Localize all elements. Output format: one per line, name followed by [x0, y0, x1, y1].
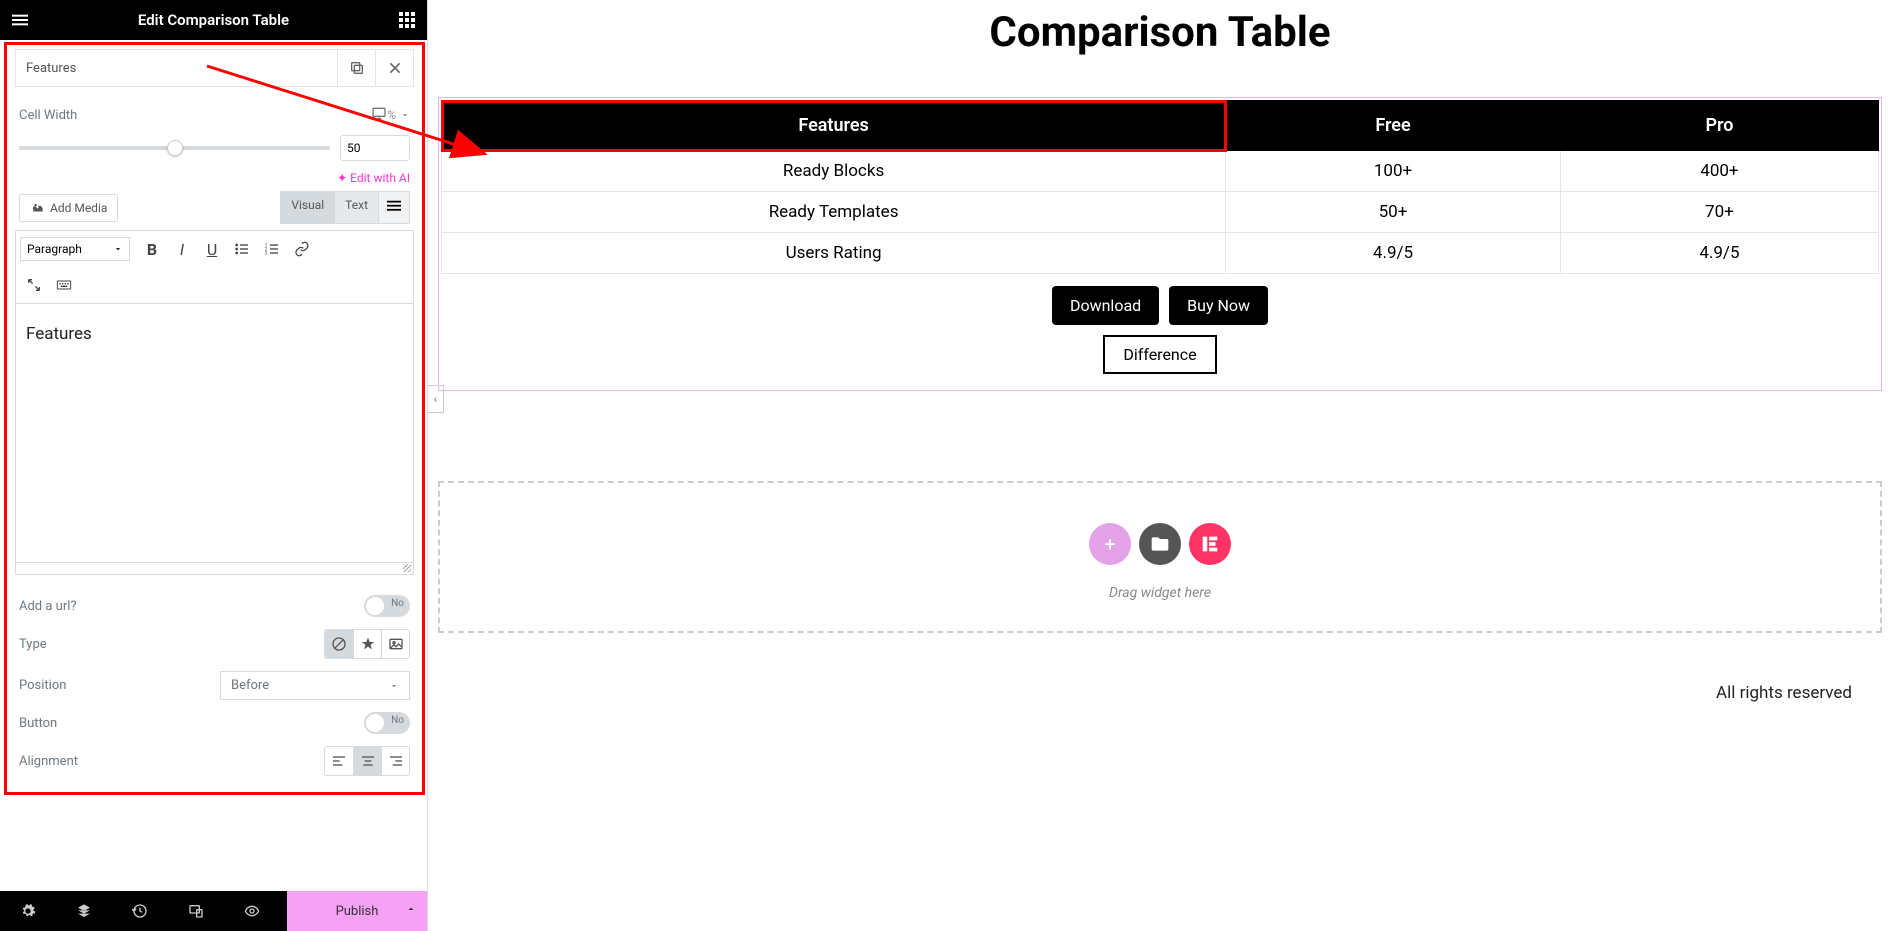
preview-icon[interactable]	[224, 891, 280, 931]
add-media-button[interactable]: Add Media	[19, 194, 118, 222]
table-actions: Download Buy Now	[441, 274, 1879, 331]
numbered-list-icon[interactable]: 123	[258, 235, 286, 263]
close-icon[interactable]	[375, 50, 413, 86]
panel-body: Features Cell Width %	[0, 40, 427, 891]
paragraph-select[interactable]: Paragraph	[20, 237, 130, 261]
difference-row: Difference	[441, 331, 1879, 388]
link-icon[interactable]	[288, 235, 316, 263]
add-url-row: Add a url? No	[15, 589, 414, 623]
alignment-label: Alignment	[19, 754, 324, 769]
template-library-icon[interactable]	[1139, 523, 1181, 565]
button-row: Button No	[15, 706, 414, 740]
rich-text-editor[interactable]: Features	[15, 303, 414, 563]
publish-button[interactable]: Publish	[287, 891, 427, 931]
editor-toolbar-1: Paragraph B I U 123	[15, 230, 414, 267]
type-label: Type	[19, 637, 324, 652]
table-row: Ready Templates50+70+	[442, 192, 1879, 233]
align-right-icon[interactable]	[381, 747, 409, 775]
editor-toolbar-2	[15, 267, 414, 303]
type-image-icon[interactable]	[381, 630, 409, 658]
item-title[interactable]: Features	[16, 53, 337, 84]
item-header: Features	[15, 49, 414, 87]
add-url-label: Add a url?	[19, 599, 364, 614]
footer-text: All rights reserved	[428, 653, 1892, 733]
chevron-up-icon	[405, 903, 417, 919]
type-star-icon[interactable]	[353, 630, 381, 658]
italic-icon[interactable]: I	[168, 235, 196, 263]
table-header-features[interactable]: Features	[442, 101, 1226, 151]
table-row: Ready Blocks100+400+	[442, 151, 1879, 192]
table-row: Users Rating4.9/54.9/5	[442, 233, 1879, 274]
menu-icon[interactable]	[8, 12, 32, 28]
underline-icon[interactable]: U	[198, 235, 226, 263]
panel-footer: Publish	[0, 891, 427, 931]
type-row: Type	[15, 623, 414, 665]
svg-text:3: 3	[265, 250, 268, 256]
table-header-pro[interactable]: Pro	[1560, 101, 1878, 151]
keyboard-icon[interactable]	[50, 271, 78, 299]
dropzone-text: Drag widget here	[440, 585, 1880, 601]
editor-mode-tabs: Visual Text	[280, 191, 410, 224]
annotation-highlight-box: Features Cell Width %	[4, 42, 425, 795]
sparkle-icon: ✦	[337, 171, 347, 185]
alignment-row: Alignment	[15, 740, 414, 782]
bullet-list-icon[interactable]	[228, 235, 256, 263]
add-url-toggle[interactable]: No	[364, 595, 410, 617]
dropzone-icons: +	[440, 523, 1880, 565]
widgets-grid-icon[interactable]	[395, 12, 419, 28]
tab-visual[interactable]: Visual	[280, 191, 335, 224]
cell-width-slider-row	[15, 131, 414, 171]
bold-icon[interactable]: B	[138, 235, 166, 263]
editor-resize-handle[interactable]	[15, 563, 414, 575]
editor-top-row: Add Media Visual Text	[15, 191, 414, 230]
table-header-free[interactable]: Free	[1226, 101, 1561, 151]
canvas: ‹ Comparison Table Features Free Pro Rea…	[428, 0, 1892, 931]
cell-width-label: Cell Width	[19, 108, 427, 123]
position-row: Position Before	[15, 665, 414, 706]
comparison-table-widget[interactable]: Features Free Pro Ready Blocks100+400+ R…	[438, 97, 1882, 391]
type-none-icon[interactable]	[325, 630, 353, 658]
toolbar-toggle-icon[interactable]	[379, 191, 410, 224]
unit-selector[interactable]: %	[387, 108, 410, 122]
download-button[interactable]: Download	[1052, 286, 1159, 325]
buy-now-button[interactable]: Buy Now	[1169, 286, 1268, 325]
alignment-button-group	[324, 746, 410, 776]
panel-header: Edit Comparison Table	[0, 0, 427, 40]
button-label: Button	[19, 716, 364, 731]
cell-width-row: Cell Width %	[15, 99, 414, 131]
cell-width-input[interactable]	[340, 135, 410, 161]
history-icon[interactable]	[112, 891, 168, 931]
tab-text[interactable]: Text	[335, 191, 379, 224]
position-select[interactable]: Before	[220, 671, 410, 700]
type-button-group	[324, 629, 410, 659]
edit-with-ai-link[interactable]: ✦Edit with AI	[15, 171, 414, 191]
settings-icon[interactable]	[0, 891, 56, 931]
fullscreen-icon[interactable]	[20, 271, 48, 299]
difference-button[interactable]: Difference	[1103, 335, 1216, 374]
cell-width-slider[interactable]	[19, 146, 330, 150]
comparison-table: Features Free Pro Ready Blocks100+400+ R…	[441, 100, 1879, 274]
duplicate-icon[interactable]	[337, 50, 375, 86]
navigator-icon[interactable]	[56, 891, 112, 931]
widget-dropzone[interactable]: + Drag widget here	[438, 481, 1882, 633]
panel-title: Edit Comparison Table	[32, 11, 395, 29]
desktop-icon[interactable]	[371, 105, 387, 125]
align-left-icon[interactable]	[325, 747, 353, 775]
align-center-icon[interactable]	[353, 747, 381, 775]
add-section-icon[interactable]: +	[1089, 523, 1131, 565]
responsive-icon[interactable]	[168, 891, 224, 931]
elementskit-icon[interactable]	[1189, 523, 1231, 565]
button-toggle[interactable]: No	[364, 712, 410, 734]
page-title: Comparison Table	[428, 0, 1892, 97]
position-label: Position	[19, 678, 220, 693]
editor-panel: Edit Comparison Table Features Cell Widt…	[0, 0, 428, 931]
